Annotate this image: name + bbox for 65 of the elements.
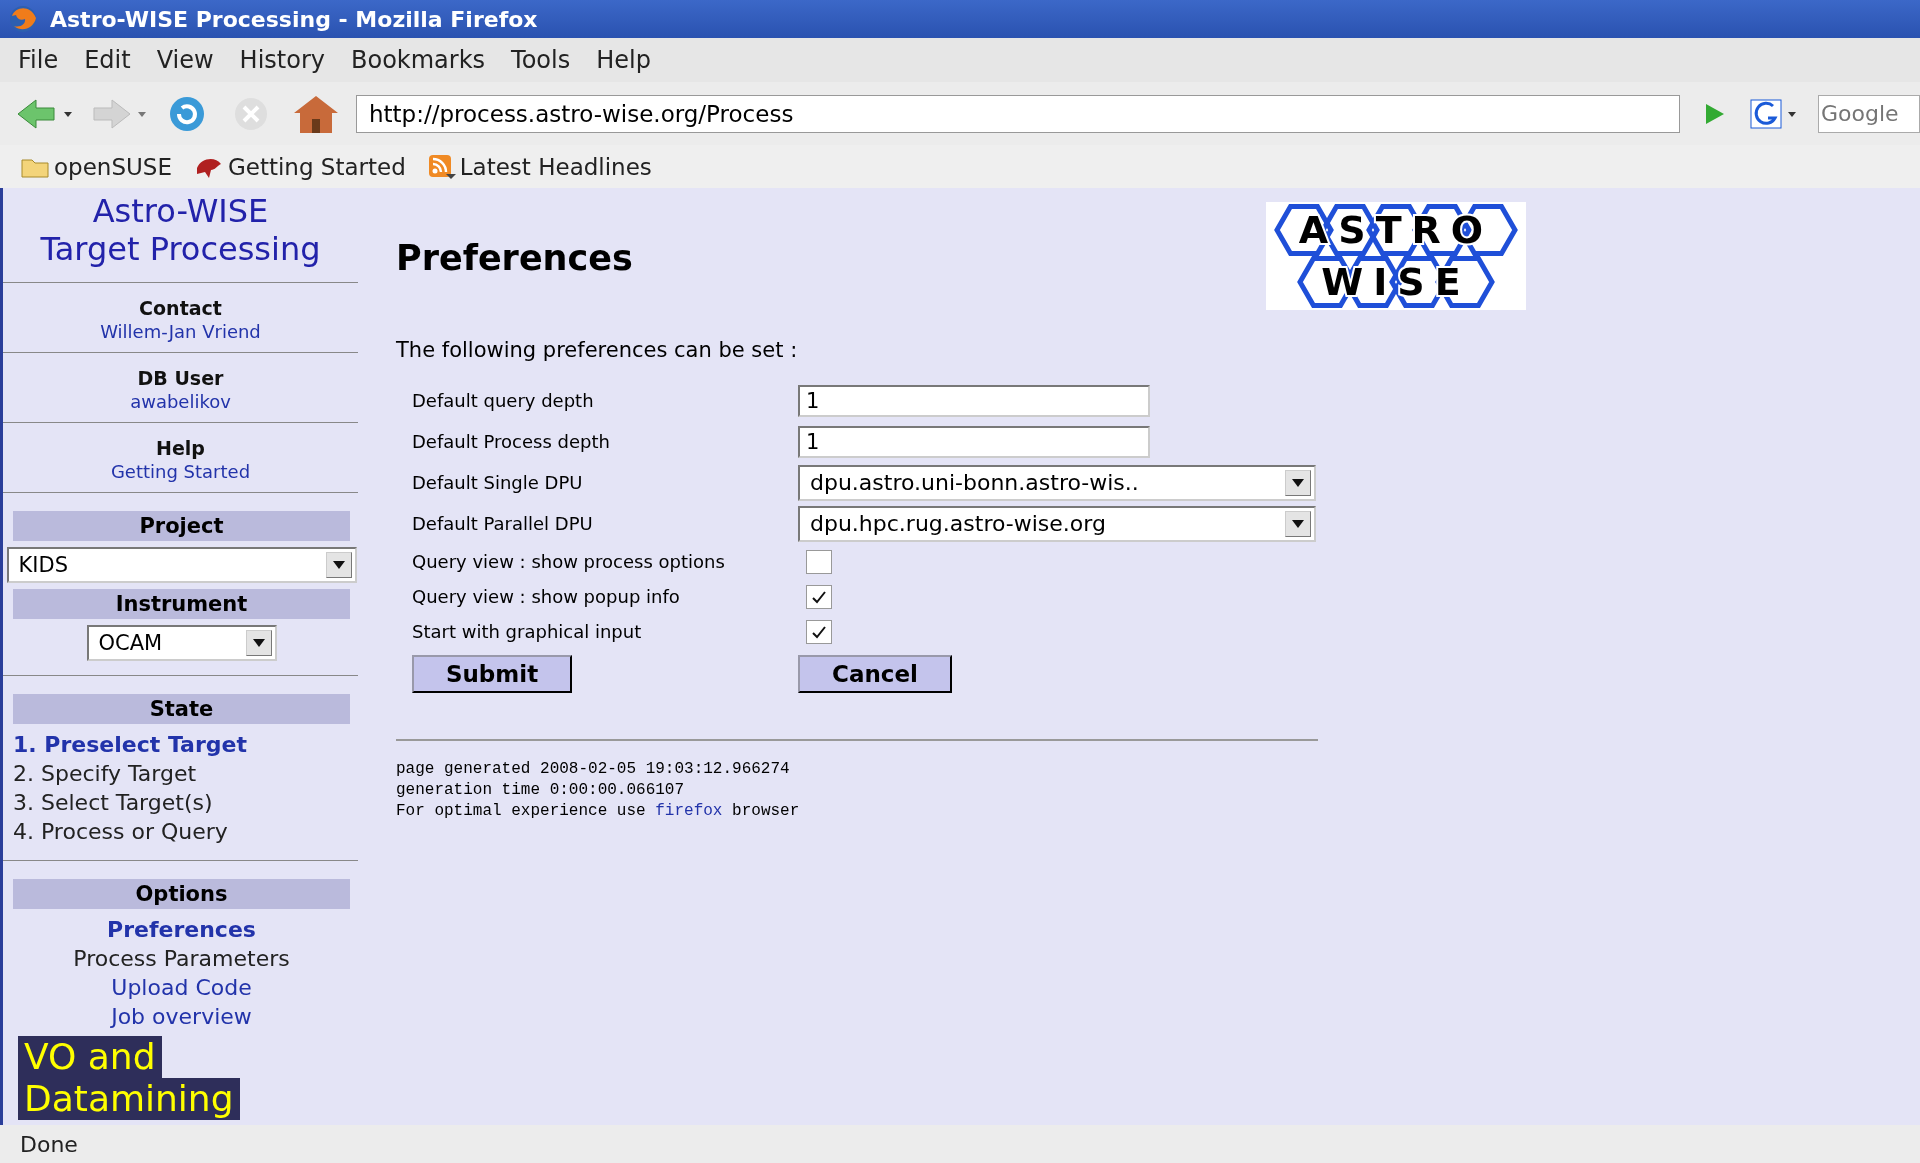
section-header: Instrument xyxy=(13,589,350,619)
search-field[interactable]: Google xyxy=(1818,94,1920,133)
instrument-dropdown[interactable]: OCAM xyxy=(86,625,277,661)
page-heading: Preferences xyxy=(396,238,633,280)
menu-item[interactable]: Tools xyxy=(511,46,571,74)
option-link[interactable]: Upload Code xyxy=(13,973,350,1002)
menu-item[interactable]: File xyxy=(18,46,59,74)
footer-text: page generated 2008-02-05 19:03:12.966274 xyxy=(396,759,791,780)
info-link[interactable]: Willem-Jan Vriend xyxy=(100,321,261,342)
bookmark-link[interactable]: openSUSE xyxy=(54,153,172,180)
intro-text: The following preferences can be set : xyxy=(396,338,799,362)
checkbox-label: Query view : show process options xyxy=(412,551,726,572)
project-dropdown[interactable]: KIDS xyxy=(6,547,357,583)
state-step[interactable]: 3. Select Target(s) xyxy=(13,788,350,817)
firefox-icon xyxy=(8,4,38,34)
info-heading: Contact xyxy=(139,297,222,319)
menu-item[interactable]: Bookmarks xyxy=(351,46,486,74)
section-header: Project xyxy=(13,511,350,541)
checkmark-icon xyxy=(811,624,827,639)
firefox-link[interactable]: firefox xyxy=(655,802,723,820)
menu-item[interactable]: History xyxy=(239,46,325,74)
field-label: Default query depth xyxy=(412,390,595,411)
option-link[interactable]: Preferences xyxy=(13,915,350,944)
app-title: Target Processing xyxy=(39,230,322,268)
overlay-title: VO and xyxy=(18,1036,162,1078)
address-field[interactable]: http://process.astro-wise.org/Process xyxy=(356,94,1680,133)
app-title: Astro-WISE xyxy=(91,192,270,230)
state-step[interactable]: 1. Preselect Target xyxy=(13,730,350,759)
section-header: Options xyxy=(13,879,350,909)
field-label: Default Process depth xyxy=(412,431,611,452)
info-link[interactable]: Getting Started xyxy=(110,461,251,482)
bookmark-link[interactable]: Getting Started xyxy=(227,153,406,180)
cancel-button[interactable]: Cancel xyxy=(798,655,952,693)
info-link[interactable]: awabelikov xyxy=(130,391,231,412)
checkbox[interactable] xyxy=(806,584,832,609)
submit-button[interactable]: Submit xyxy=(412,655,572,693)
section-header: State xyxy=(13,694,350,724)
dropdown[interactable]: dpu.hpc.rug.astro-wise.org xyxy=(798,505,1316,542)
url-text: http://process.astro-wise.org/Process xyxy=(369,100,794,127)
window-title: Astro-WISE Processing - Mozilla Firefox xyxy=(50,6,538,32)
menu-item[interactable]: Help xyxy=(596,46,651,74)
menu-item[interactable]: Edit xyxy=(84,46,131,74)
field-label: Default Single DPU xyxy=(412,472,584,493)
checkbox[interactable] xyxy=(806,619,832,644)
info-heading: Help xyxy=(156,437,205,459)
overlay-title: Datamining xyxy=(18,1078,240,1120)
text-field[interactable]: 1 xyxy=(798,425,1150,458)
field-label: Default Parallel DPU xyxy=(412,513,594,534)
state-step[interactable]: 2. Specify Target xyxy=(13,759,350,788)
bookmark-link[interactable]: Latest Headlines xyxy=(459,153,652,180)
text-field[interactable]: 1 xyxy=(798,384,1150,417)
option-link[interactable]: Process Parameters xyxy=(13,944,350,973)
menu-item[interactable]: View xyxy=(156,46,214,74)
footer-text: generation time 0:00:00.066107 xyxy=(396,780,686,801)
dropdown[interactable]: dpu.astro.uni-bonn.astro-wis.. xyxy=(798,464,1316,501)
checkmark-icon xyxy=(811,589,827,604)
info-heading: DB User xyxy=(137,367,224,389)
footer-text: For optimal experience use firefox browser xyxy=(396,801,801,822)
feed-icon xyxy=(427,153,456,180)
checkbox-label: Start with graphical input xyxy=(412,621,643,642)
state-step[interactable]: 4. Process or Query xyxy=(13,817,350,846)
status-text: Done xyxy=(20,1131,78,1157)
checkbox-label: Query view : show popup info xyxy=(412,586,681,607)
checkbox[interactable] xyxy=(806,549,832,574)
option-link[interactable]: Job overview xyxy=(13,1002,350,1031)
